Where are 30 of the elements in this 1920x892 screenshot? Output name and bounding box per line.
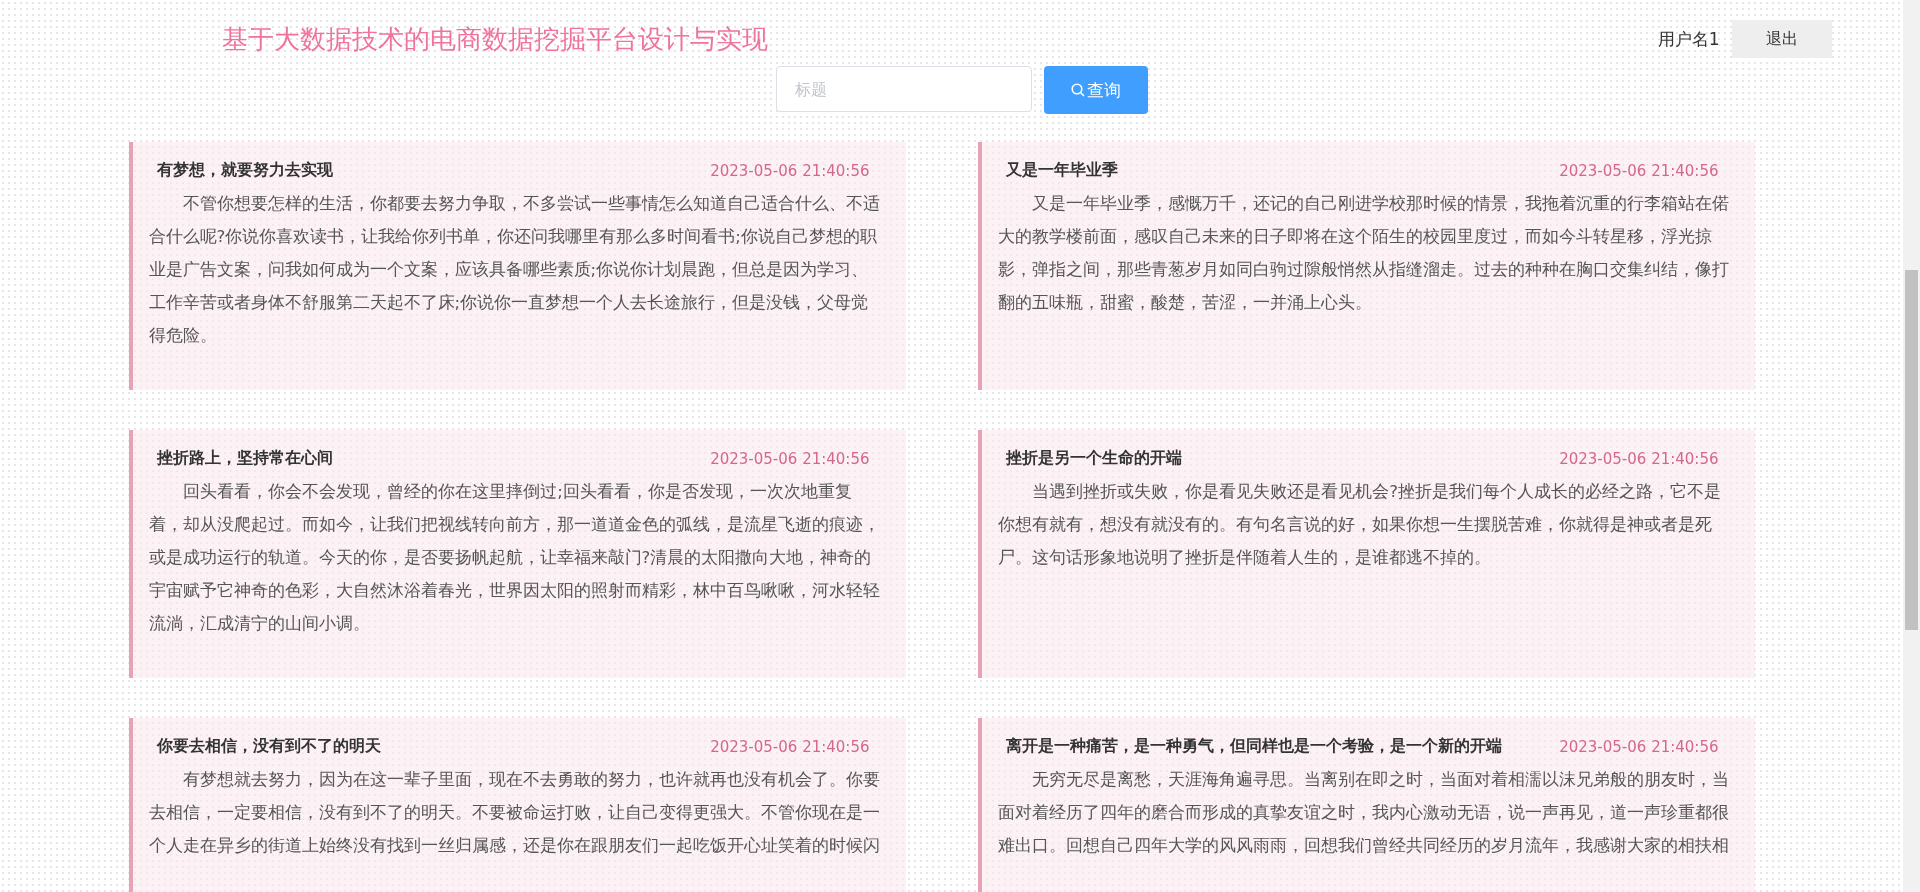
logout-button[interactable]: 退出 (1731, 20, 1832, 58)
article-title: 又是一年毕业季 (1005, 160, 1118, 181)
article-title: 挫折是另一个生命的开端 (1005, 448, 1182, 469)
article-date: 2023-05-06 21:40:56 (710, 449, 870, 468)
article-date: 2023-05-06 21:40:56 (710, 737, 870, 756)
search-icon (1070, 83, 1085, 97)
article-text: 回头看看，你会不会发现，曾经的你在这里摔倒过;回头看看，你是否发现，一次次地重复着，却从没爬起过。而如今，让我们把视线转向前方，那一道道金色的弧线，是流星飞逝的痕迹，或是成功运行的轨道。今天的你，是否要扬帆起航，让幸福来敲门?清晨的太阳撒向大地，神奇的宇宙赋予它神奇的色彩，大自然沐浴着春光，世界因太阳的照射而精彩，林中百鸟啾啾，河水轻轻流淌，汇成清宁的山间小调。 (148, 481, 881, 635)
article-card[interactable] (128, 142, 906, 390)
username: 用户名1 (1657, 27, 1720, 51)
article-title: 挫折路上，坚持常在心间 (156, 448, 333, 469)
article-title: 有梦想，就要努力去实现 (156, 160, 333, 181)
article-date: 2023-05-06 21:40:56 (1559, 161, 1719, 180)
article-text: 有梦想就去努力，因为在这一辈子里面，现在不去勇敢的努力，也许就再也没有机会了。你要去相信，一定要相信，没有到不了的明天。不要被命运打败，让自己变得更强大。不管你现在是一个人走在异乡的街道上始终没有找到一丝归属感，还是你在跟朋友们一起吃饭开心址笑着的时候闪 (148, 769, 882, 857)
article-card[interactable]: 挫折是另一个生命的开端 2023-05-06 21:40:56 当遇到挫折或失败，你是看见失败还是看见机会?挫折是我们每个人成长的必经之路，它不是你想有就有，想没有就没有的。有句名言说的好，如果你想一生摆脱苦难，你就得是神或者是死尸。这句话形象地说明了挫折是伴随着人生的，是谁都逃不掉的。 (977, 430, 1755, 678)
article-card[interactable]: 又是一年毕业季 2023-05-06 21:40:56 又是一年毕业季，感慨万千，还记的自己刚进学校那时候的情景，我拖着沉重的行李箱站在偌大的教学楼前面，感叹自己未来的日子即将在这个陌生的校园里度过，而如今斗转星移，浮光掠影，弹指之间，那些青葱岁月如同白驹过隙般悄然从指缝溜走。过去的种种在胸口交集纠结，像打翻的五味瓶，甜蜜，酸楚，苦涩，一并涌上心头。 (977, 142, 1755, 390)
article-date: 2023-05-06 21:40:56 (1559, 449, 1719, 468)
article-card[interactable] (128, 430, 906, 678)
article-date: 2023-05-06 21:40:56 (1559, 737, 1719, 756)
article-title: 离开是一种痛苦，是一种勇气，但同样也是一个考验，是一个新的开端 (1005, 736, 1502, 757)
article-card[interactable]: 你要去相信，没有到不了的明天 2023-05-06 21:40:56 有梦想就去努力，因为在这一辈子里面，现在不去勇敢的努力，也许就再也没有机会了。你要去相信，一定要相信，没有到不了的明天。不要被命运打败，让自己变得更强大。不管你现在是一个人走在异乡的街道上始终没有找到一丝归属感，还是你在跟朋友们一起吃饭开心址笑着的时候闪 (128, 718, 906, 892)
article-title: 你要去相信，没有到不了的明天 (156, 736, 381, 757)
article-text: 当遇到挫折或失败，你是看见失败还是看见机会?挫折是我们每个人成长的必经之路，它不是你想有就有，想没有就没有的。有句名言说的好，如果你想一生摆脱苦难，你就得是神或者是死尸。这句话形象地说明了挫折是伴随着人生的，是谁都逃不掉的。 (997, 481, 1722, 569)
article-text: 无穷无尽是离愁，天涯海角遍寻思。当离别在即之时，当面对着相濡以沫兄弟般的朋友时，当面对着经历了四年的磨合而形成的真挚友谊之时，我内心激动无语，说一声再见，道一声珍重都很难出口。回想自己四年大学的风风雨雨，回想我们曾经共同经历的岁月流年，我感谢大家的相扶相 (997, 769, 1731, 857)
article-date: 2023-05-06 21:40:56 (710, 161, 870, 180)
article-text: 不管你想要怎样的生活，你都要去努力争取，不多尝试一些事情怎么知道自己适合什么、不适合什么呢?你说你喜欢读书，让我给你列书单，你还问我哪里有那么多时间看书;你说自己梦想的职业是广告文案，问我如何成为一个文案，应该具备哪些素质;你说你计划晨跑，但总是因为学习、工作辛苦或者身体不舒服第二天起不了床;你说你一直梦想一个人去长途旅行，但是没钱，父母觉得危险。 (148, 193, 882, 347)
article-text: 又是一年毕业季，感慨万千，还记的自己刚进学校那时候的情景，我拖着沉重的行李箱站在偌大的教学楼前面，感叹自己未来的日子即将在这个陌生的校园里度过，而如今斗转星移，浮光掠影，弹指之间，那些青葱岁月如同白驹过隙般悄然从指缝溜走。过去的种种在胸口交集纠结，像打翻的五味瓶，甜蜜，酸楚，苦涩，一并涌上心头。 (997, 193, 1731, 314)
scrollbar[interactable] (1903, 0, 1920, 892)
site-title: 基于大数据技术的电商数据挖掘平台设计与实现 (221, 22, 768, 56)
search-field[interactable]: 标题 (775, 66, 1032, 112)
article-card[interactable]: 离开是一种痛苦，是一种勇气，但同样也是一个考验，是一个新的开端 2023-05-06 21:40:56 无穷无尽是离愁，天涯海角遍寻思。当离别在即之时，当面对着相濡以沫兄弟般的朋友时，当面对着经历了四年的磨合而形成的真挚友谊之时，我内心激动无语，说一声再见，道一声珍重都很难出口。回想自己四年大学的风风雨雨，回想我们曾经共同经历的岁月流年，我感谢大家的相扶相 (977, 718, 1755, 892)
